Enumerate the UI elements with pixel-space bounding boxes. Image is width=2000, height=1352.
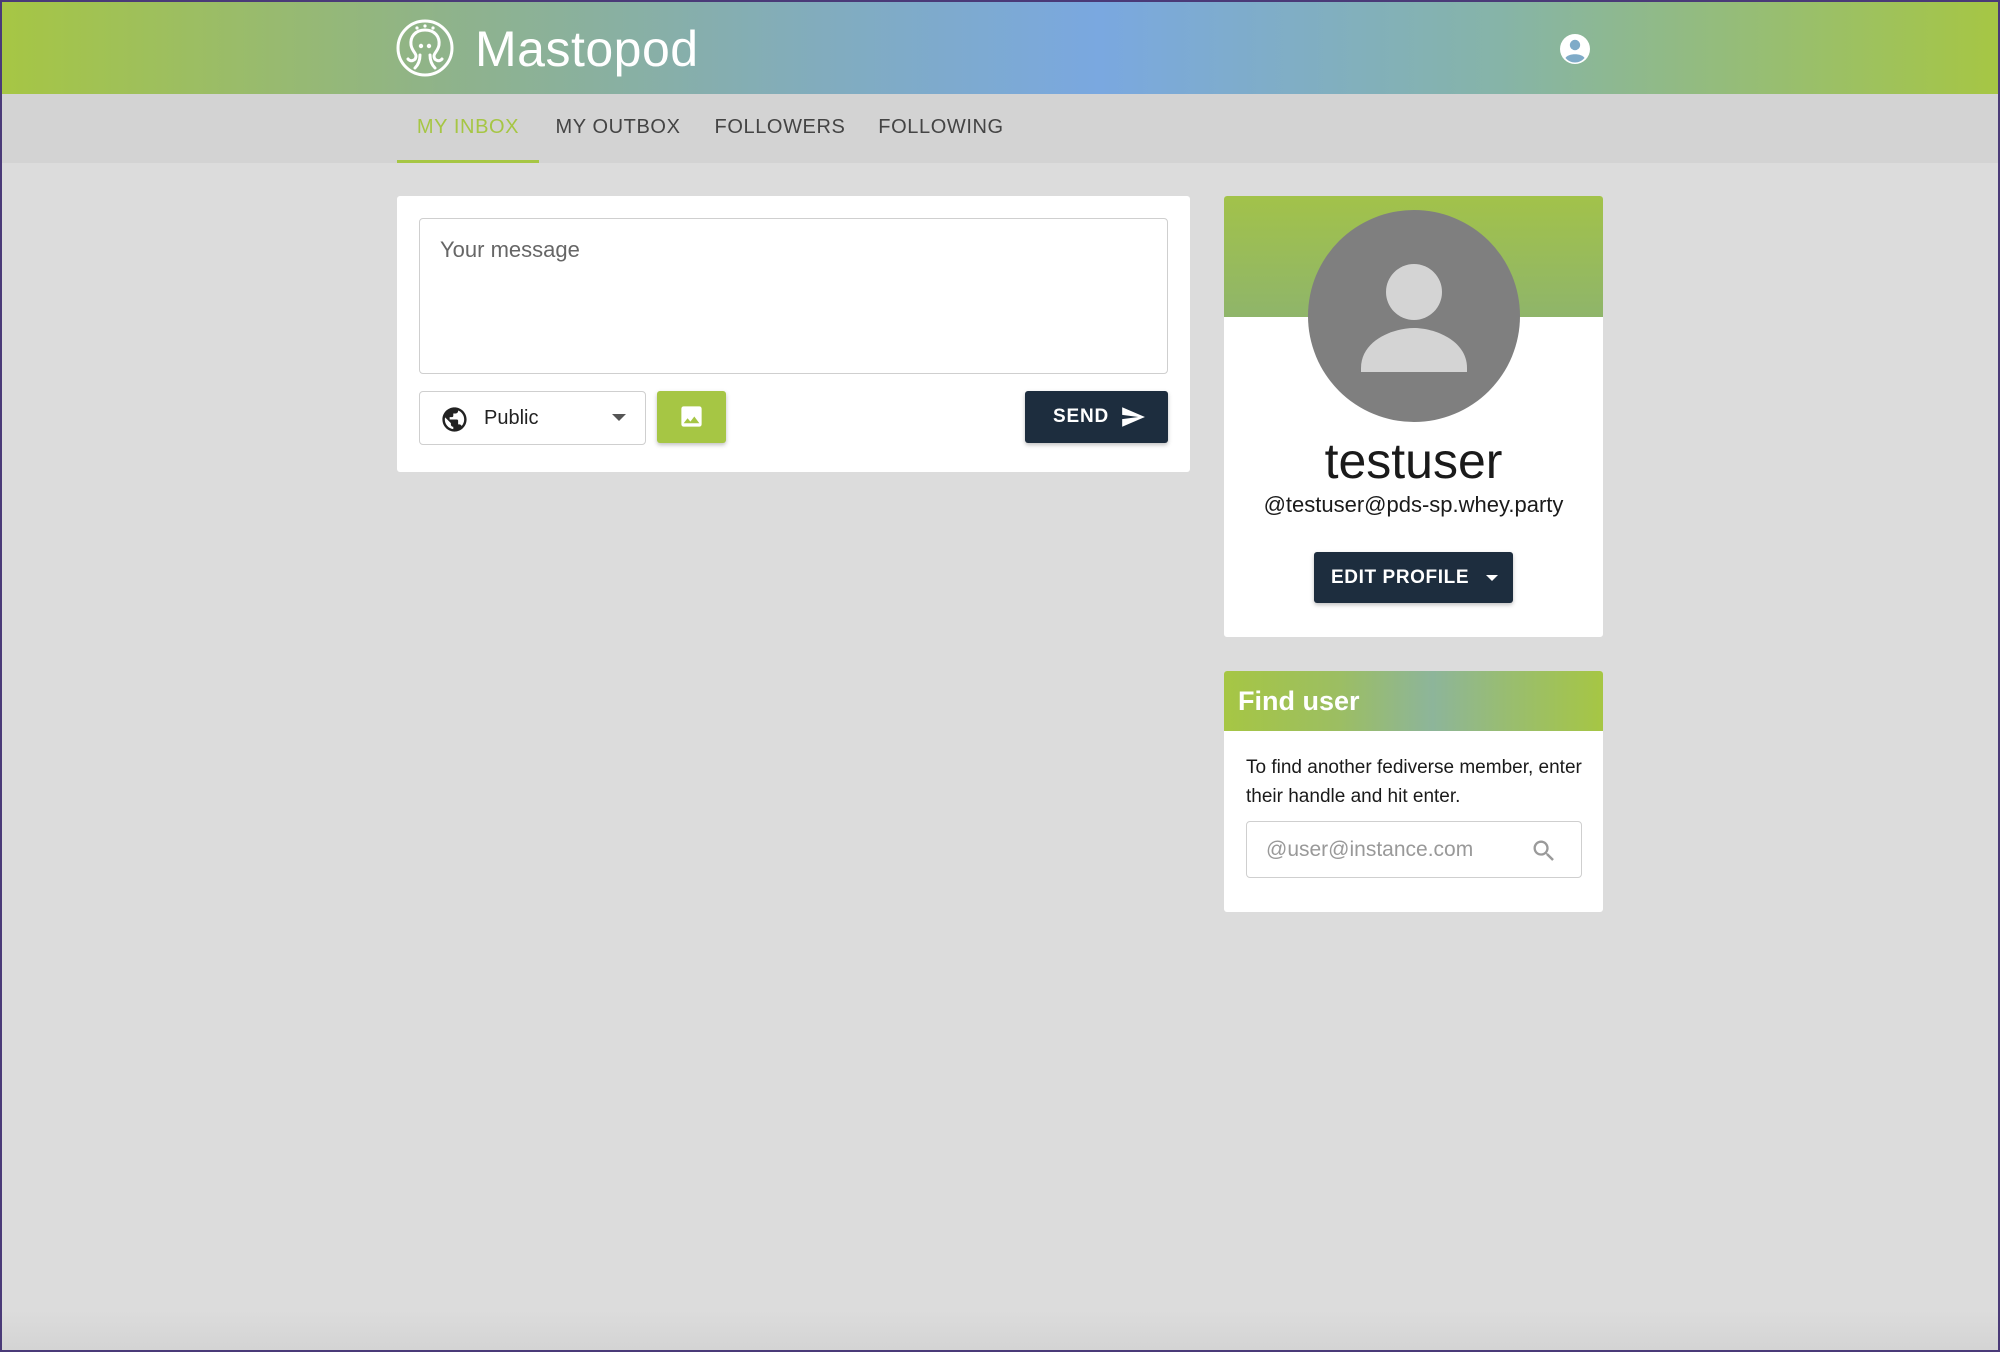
tab-followers[interactable]: FOLLOWERS: [710, 94, 850, 163]
tab-following[interactable]: FOLLOWING: [873, 94, 1009, 163]
tab-my-inbox[interactable]: MY INBOX: [397, 94, 539, 163]
find-user-title: Find user: [1238, 686, 1360, 716]
find-user-header: Find user: [1224, 671, 1603, 731]
account-circle-icon[interactable]: [1558, 32, 1592, 66]
app-title[interactable]: Mastopod: [475, 20, 699, 78]
visibility-selected-label: Public: [484, 407, 539, 429]
search-icon[interactable]: [1530, 837, 1558, 865]
bottom-shade: [2, 1310, 1998, 1350]
profile-handle: @testuser@pds-sp.whey.party: [1263, 492, 1564, 517]
image-icon: [681, 406, 702, 427]
send-icon: [1122, 407, 1145, 427]
app-bar: Mastopod: [2, 2, 1998, 94]
edit-profile-button[interactable]: EDIT PROFILE: [1314, 552, 1513, 603]
profile-card: testuser @testuser@pds-sp.whey.party EDI…: [1224, 196, 1603, 637]
message-input[interactable]: [419, 218, 1168, 374]
tab-bar: MY INBOX MY OUTBOX FOLLOWERS FOLLOWING: [2, 94, 1998, 163]
add-image-button[interactable]: [657, 391, 726, 443]
send-button[interactable]: SEND: [1025, 391, 1168, 443]
person-icon: [1361, 264, 1467, 372]
avatar[interactable]: [1308, 210, 1520, 422]
compose-card: Public SEND: [397, 196, 1190, 472]
tab-my-outbox[interactable]: MY OUTBOX: [549, 94, 687, 163]
profile-username: testuser: [1324, 433, 1503, 489]
chevron-down-icon: [1486, 575, 1498, 581]
visibility-select[interactable]: Public: [419, 391, 646, 445]
send-button-label: SEND: [1053, 406, 1109, 427]
find-user-description: To find another fediverse member, enter …: [1246, 757, 1582, 807]
chevron-down-icon: [612, 414, 626, 421]
octopod-logo-icon[interactable]: [395, 18, 455, 78]
edit-profile-label: EDIT PROFILE: [1331, 567, 1470, 588]
find-user-card: Find user To find another fediverse memb…: [1224, 671, 1603, 912]
globe-icon: [442, 407, 467, 432]
